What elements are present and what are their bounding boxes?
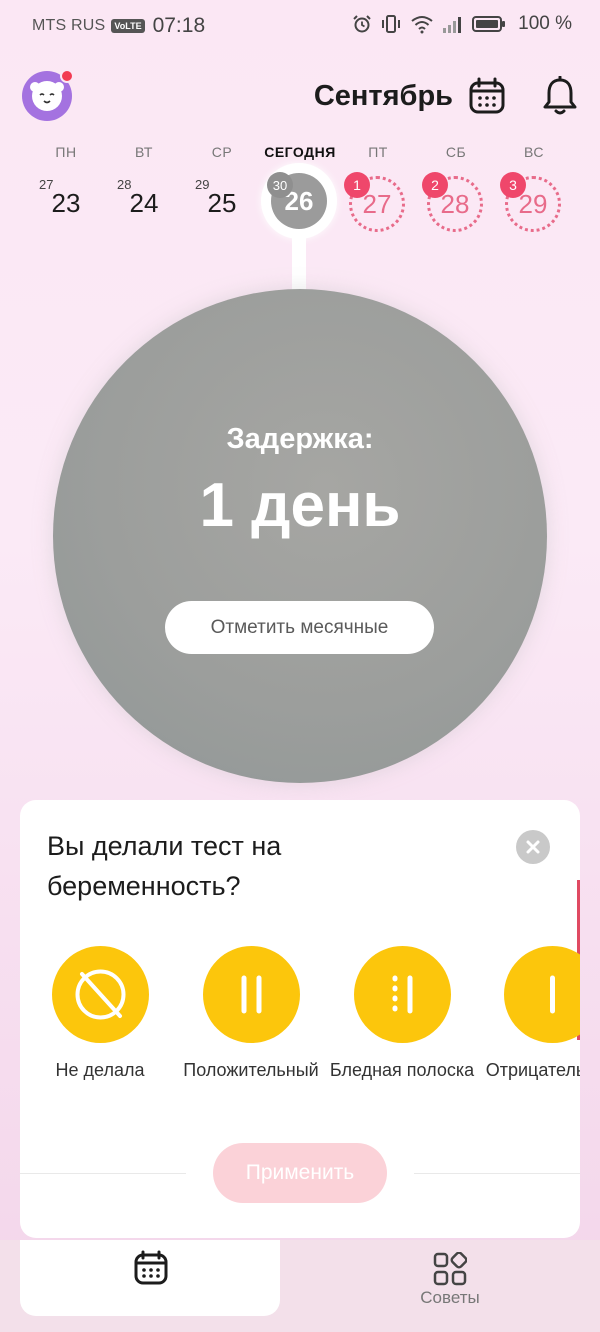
day-name: СР xyxy=(211,144,233,160)
one-line-icon xyxy=(550,975,555,1014)
status-bar: MTS RUS VoLTE 07:18 100 % xyxy=(0,0,600,52)
day-name: ВС xyxy=(524,144,544,160)
carrier-name: MTS RUS xyxy=(32,17,106,34)
faint-line-icon xyxy=(392,975,413,1014)
two-lines-icon xyxy=(241,975,262,1014)
today-cycle-day: 30 xyxy=(267,172,293,198)
option-circle[interactable] xyxy=(52,946,149,1043)
calendar-icon xyxy=(469,77,505,114)
delay-value: 1 день xyxy=(199,471,401,540)
day-number: 25 xyxy=(207,188,237,218)
close-button[interactable] xyxy=(516,830,550,864)
status-time: 07:18 xyxy=(152,14,206,37)
day-name-today: СЕГОДНЯ xyxy=(264,144,336,160)
option-label: Отрицательный xyxy=(485,1060,580,1080)
option-circle[interactable] xyxy=(504,946,580,1043)
nav-tips-tab[interactable]: Советы xyxy=(385,1252,515,1308)
today-connector xyxy=(292,236,306,296)
sheep-avatar-icon xyxy=(30,81,64,111)
option-circle[interactable] xyxy=(354,946,451,1043)
volte-badge: VoLTE xyxy=(111,19,145,33)
option-circle[interactable] xyxy=(203,946,300,1043)
day-number: 23 xyxy=(51,188,81,218)
day-number: 24 xyxy=(129,188,159,218)
status-left: MTS RUS VoLTE 07:18 xyxy=(32,14,205,38)
calendar-button[interactable] xyxy=(468,77,506,115)
option-label: Положительный xyxy=(183,1060,319,1080)
option-label: Бледная полоска xyxy=(329,1060,475,1080)
avatar[interactable] xyxy=(22,69,74,121)
bell-icon xyxy=(543,75,577,115)
status-right: 100 % xyxy=(352,13,572,35)
divider xyxy=(20,1173,186,1174)
tips-grid-icon xyxy=(433,1252,467,1286)
apply-button[interactable]: Применить xyxy=(213,1143,387,1203)
notification-dot xyxy=(60,69,74,83)
sheet-title: Вы делали тест на беременность? xyxy=(47,831,282,901)
close-icon xyxy=(526,840,540,854)
battery-icon xyxy=(472,16,506,32)
vibrate-icon xyxy=(382,15,401,33)
nav-calendar-tab[interactable] xyxy=(20,1240,280,1316)
day-name: ПТ xyxy=(368,144,388,160)
month-title: Сентябрь xyxy=(313,80,453,112)
notifications-button[interactable] xyxy=(541,75,579,116)
day-name: ВТ xyxy=(135,144,153,160)
battery-percent: 100 % xyxy=(518,13,572,34)
no-test-icon xyxy=(75,969,126,1020)
predicted-badge: 1 xyxy=(344,172,370,198)
calendar-icon xyxy=(134,1250,168,1285)
option-label: Не делала xyxy=(55,1060,145,1080)
day-name: ПН xyxy=(55,144,77,160)
wifi-icon xyxy=(411,16,433,34)
predicted-badge: 2 xyxy=(422,172,448,198)
alarm-icon xyxy=(353,15,371,33)
divider xyxy=(414,1173,580,1174)
pregnancy-test-sheet: Вы делали тест на беременность? Не делал… xyxy=(20,800,580,1238)
bottom-nav: Советы xyxy=(0,1240,600,1332)
nav-tips-label: Советы xyxy=(420,1288,480,1307)
delay-label: Задержка: xyxy=(226,423,374,455)
signal-icon xyxy=(443,17,462,33)
mark-period-button[interactable]: Отметить месячные xyxy=(165,601,434,654)
day-name: СБ xyxy=(445,144,467,160)
predicted-badge: 3 xyxy=(500,172,526,198)
